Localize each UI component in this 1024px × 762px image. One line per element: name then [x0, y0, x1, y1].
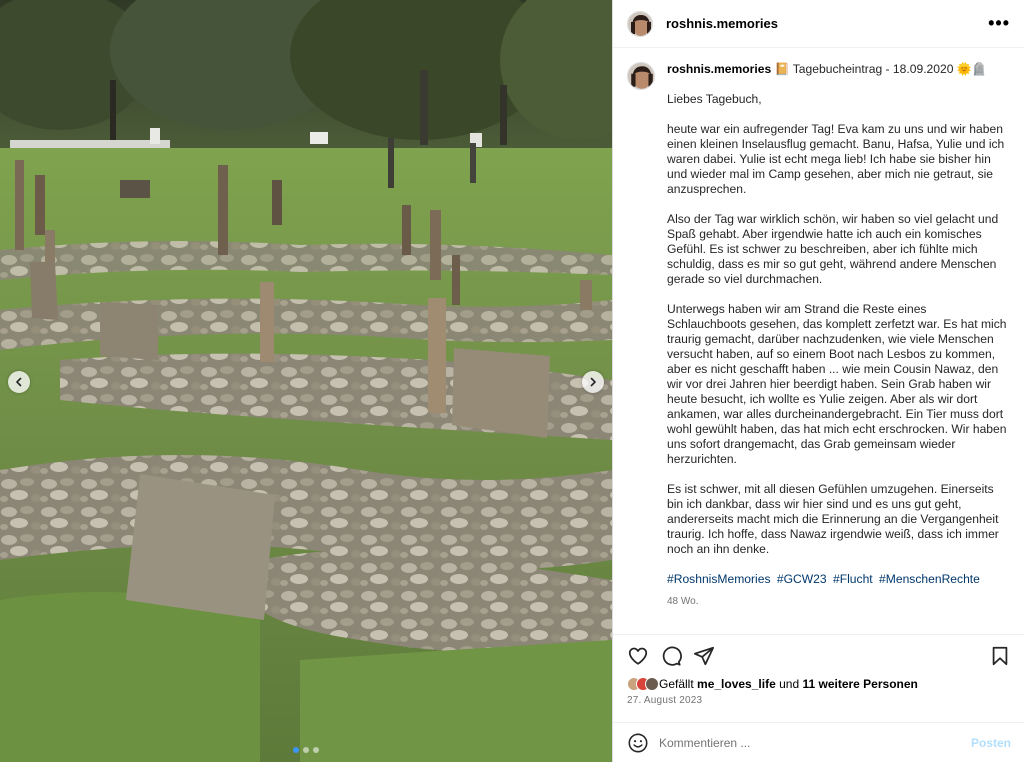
caption-text: roshnis.memories 📔 Tagebucheintrag - 18.… — [667, 62, 1009, 634]
caption-title: roshnis.memories 📔 Tagebucheintrag - 18.… — [667, 62, 1009, 77]
profile-picture — [628, 63, 654, 89]
heart-icon[interactable] — [627, 645, 649, 667]
likes-summary: Gefällt me_loves_life und 11 weitere Per… — [627, 677, 1011, 691]
hashtag-link[interactable]: #RoshnisMemories — [667, 572, 771, 586]
action-icons — [627, 645, 1011, 667]
carousel-dot — [293, 747, 299, 753]
avatar — [645, 677, 659, 691]
bookmark-icon[interactable] — [989, 645, 1011, 667]
caption-paragraph: Es ist schwer, mit all diesen Gefühlen u… — [667, 482, 999, 556]
carousel-dot — [303, 747, 309, 753]
post-date: 27. August 2023 — [627, 695, 703, 706]
post-comment-button[interactable]: Posten — [971, 736, 1011, 750]
comment-input[interactable] — [659, 735, 971, 750]
comment-icon[interactable] — [660, 645, 682, 667]
more-options-button[interactable]: ••• — [988, 13, 1010, 34]
likes-others-link[interactable]: 11 weitere Personen — [802, 677, 917, 691]
caption-paragraph: Unterwegs haben wir am Strand die Reste … — [667, 302, 1007, 466]
action-bar: Gefällt me_loves_life und 11 weitere Per… — [613, 634, 1024, 706]
avatar[interactable] — [627, 62, 655, 90]
cemetery-photo — [0, 0, 612, 762]
emoji-icon[interactable] — [627, 732, 649, 754]
paper-plane-icon[interactable] — [693, 645, 715, 667]
caption-headline: 📔 Tagebucheintrag - 18.09.2020 🌞🪦 — [774, 62, 987, 76]
post-side-panel: roshnis.memories ••• roshnis.memories 📔 … — [612, 0, 1024, 762]
hashtag-link[interactable]: #GCW23 — [777, 572, 827, 586]
likes-prefix: Gefällt — [659, 677, 694, 691]
likes-connector: und — [779, 677, 800, 691]
carousel-prev-button[interactable] — [8, 371, 30, 393]
post-viewer: roshnis.memories ••• roshnis.memories 📔 … — [0, 0, 1024, 762]
caption-age: 48 Wo. — [667, 596, 699, 607]
liker-username[interactable]: me_loves_life — [697, 677, 776, 691]
caption-paragraph: heute war ein aufregender Tag! Eva kam z… — [667, 122, 1005, 196]
caption-username[interactable]: roshnis.memories — [667, 62, 771, 76]
hashtag-list: #RoshnisMemories #GCW23 #Flucht #Mensche… — [667, 572, 1009, 587]
profile-picture — [628, 11, 652, 36]
hashtag-link[interactable]: #Flucht — [833, 572, 873, 586]
carousel-dot — [313, 747, 319, 753]
chevron-left-icon — [16, 377, 22, 387]
liker-avatars — [627, 677, 659, 691]
caption-area: roshnis.memories 📔 Tagebucheintrag - 18.… — [613, 48, 1024, 634]
header-username[interactable]: roshnis.memories — [666, 16, 778, 31]
comment-bar: Posten — [613, 722, 1024, 762]
avatar[interactable] — [627, 10, 653, 37]
caption-greeting: Liebes Tagebuch, — [667, 92, 762, 106]
post-photo[interactable] — [0, 0, 612, 762]
post-header: roshnis.memories ••• — [613, 0, 1024, 48]
hashtag-link[interactable]: #MenschenRechte — [879, 572, 980, 586]
carousel-indicator — [293, 747, 319, 753]
caption-paragraph: Also der Tag war wirklich schön, wir hab… — [667, 212, 999, 286]
chevron-right-icon — [590, 377, 596, 387]
carousel-next-button[interactable] — [582, 371, 604, 393]
